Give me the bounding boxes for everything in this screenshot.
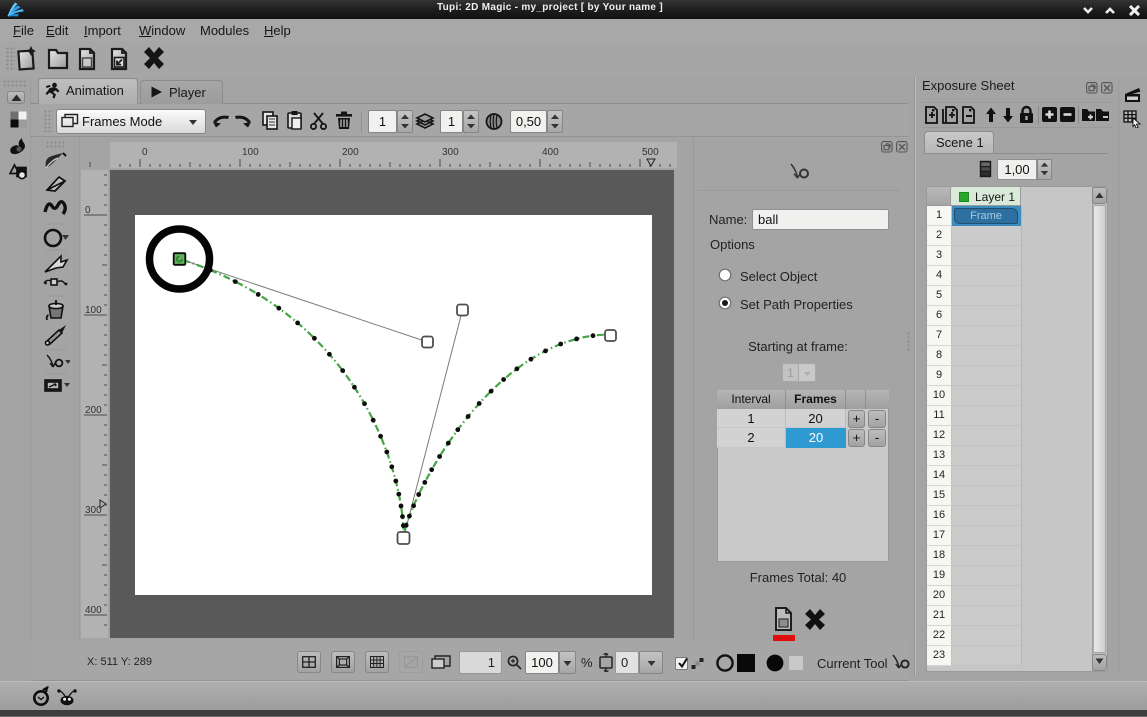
svg-text:400: 400 — [542, 147, 559, 158]
svg-text:400: 400 — [85, 605, 102, 616]
svg-text:200: 200 — [342, 147, 359, 158]
svg-text:200: 200 — [85, 405, 102, 416]
svg-text:100: 100 — [85, 305, 102, 316]
svg-text:0: 0 — [142, 147, 148, 158]
svg-text:300: 300 — [442, 147, 459, 158]
svg-text:500: 500 — [642, 147, 659, 158]
svg-text:0: 0 — [85, 205, 91, 216]
svg-text:300: 300 — [85, 505, 102, 516]
svg-text:100: 100 — [242, 147, 259, 158]
